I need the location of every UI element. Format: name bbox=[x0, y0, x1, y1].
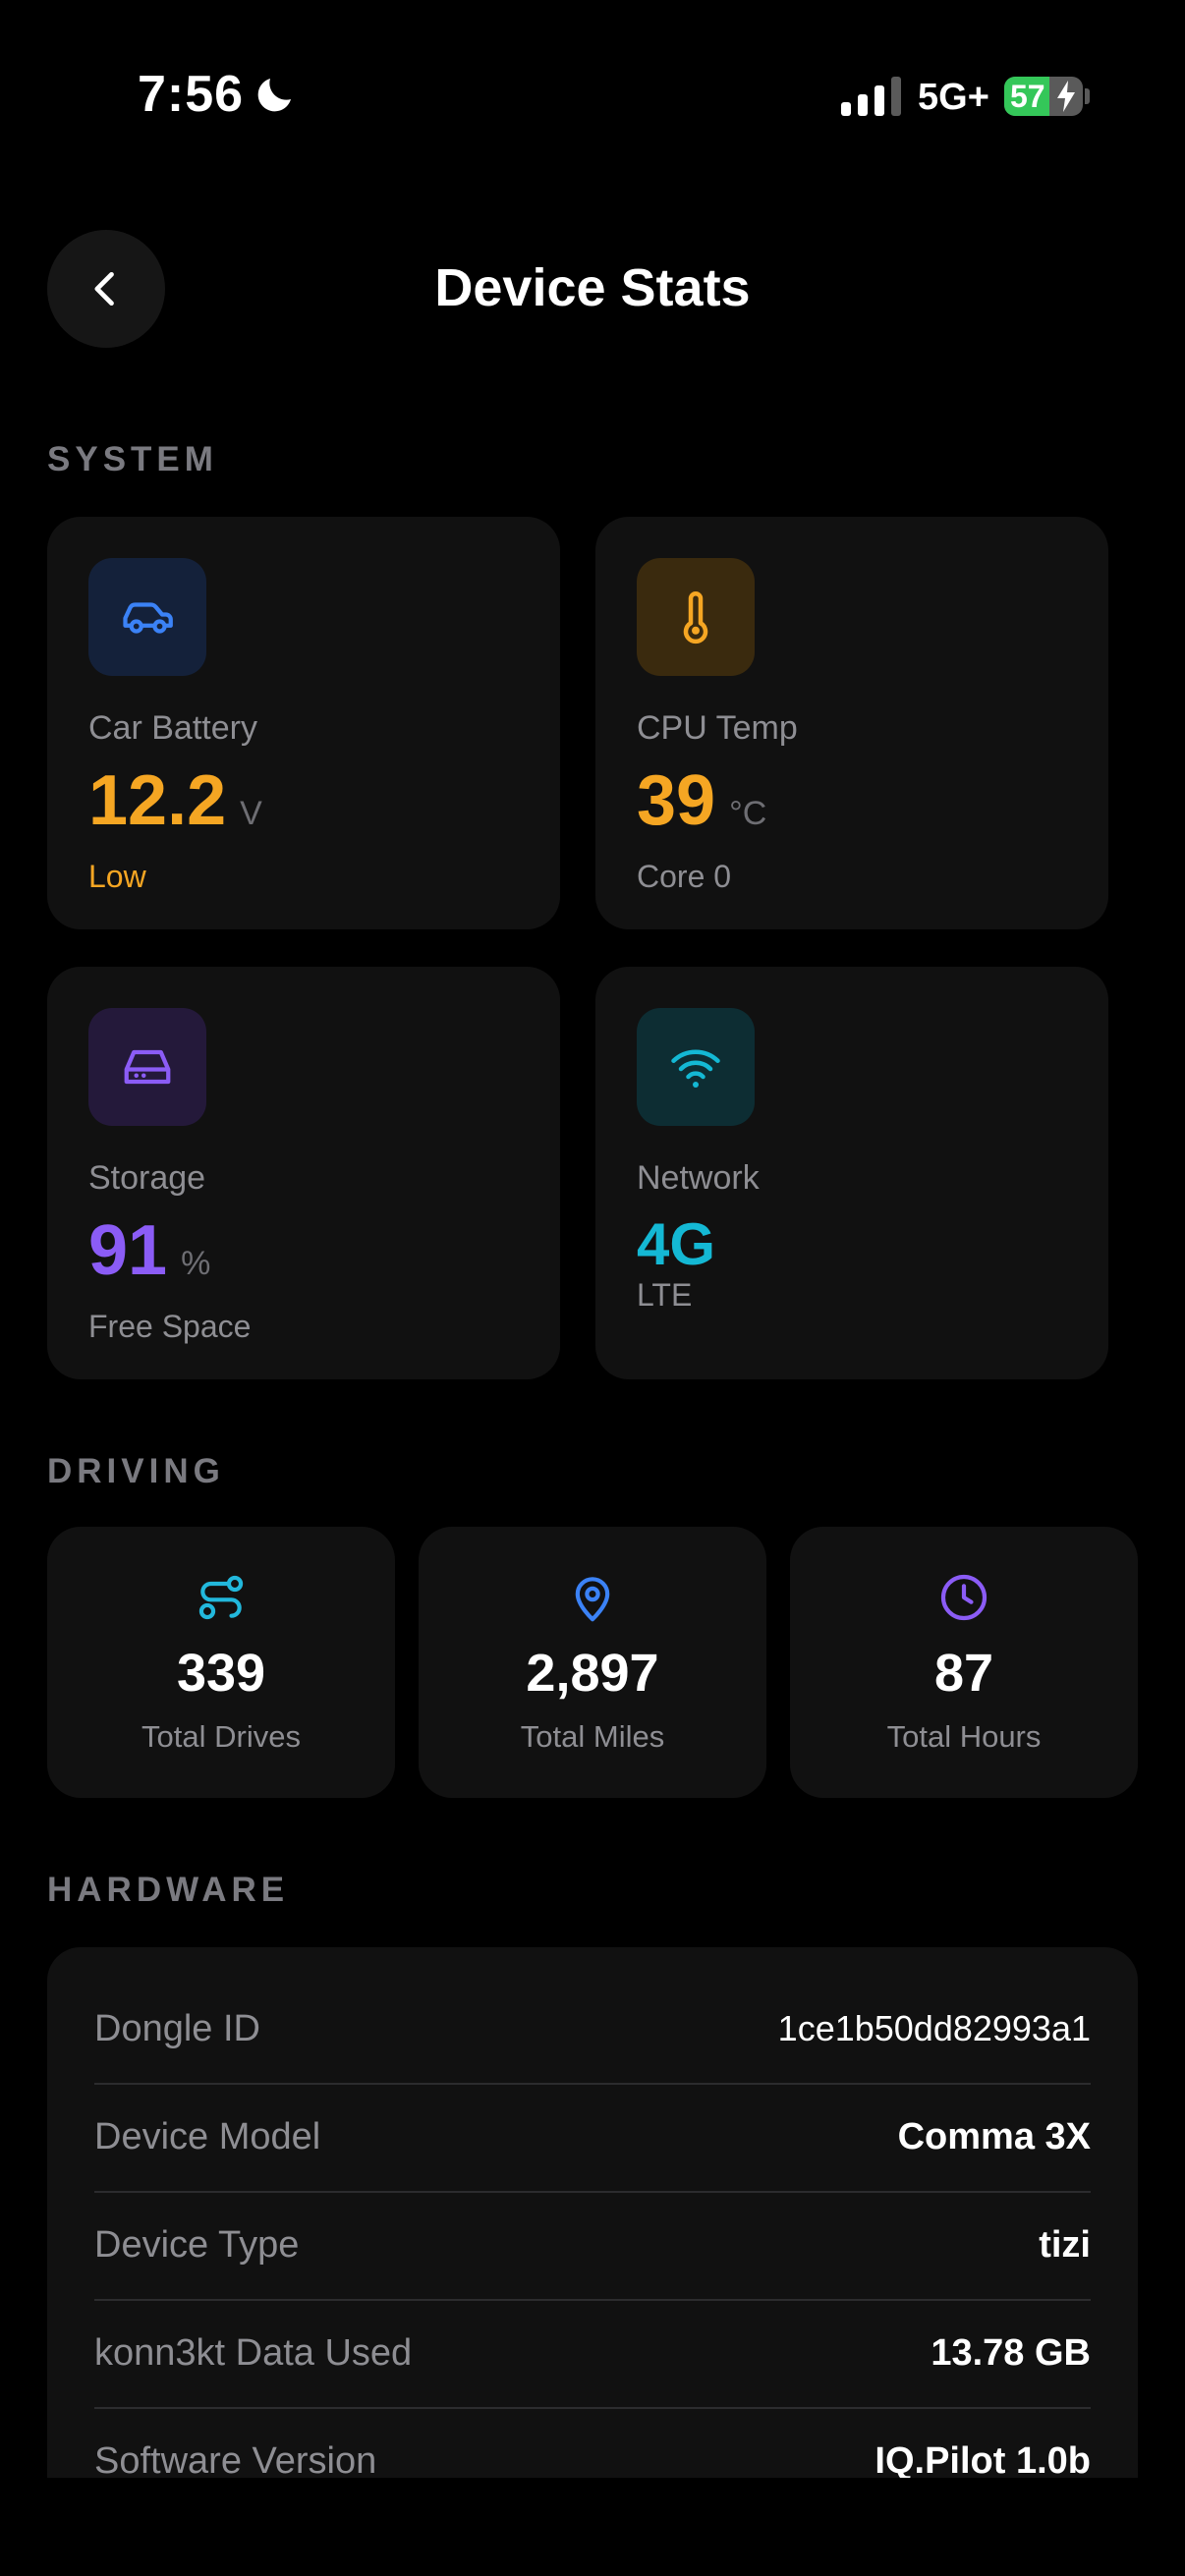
car-battery-status: Low bbox=[88, 859, 146, 894]
status-bar: 7:56 5G+ 57 bbox=[0, 0, 1185, 196]
hardware-key: Device Model bbox=[94, 2116, 321, 2157]
cpu-temp-sub: Core 0 bbox=[637, 859, 732, 894]
hardware-key: Software Version bbox=[94, 2440, 377, 2482]
total-miles-value: 2,897 bbox=[526, 1644, 659, 1703]
map-pin-icon bbox=[575, 1577, 610, 1622]
total-hours-card[interactable]: 87 Total Hours bbox=[790, 1527, 1138, 1798]
hardware-list: Dongle ID 1ce1b50dd82993a1 Device Model … bbox=[47, 1947, 1138, 2497]
hardware-row-dongle-id[interactable]: Dongle ID 1ce1b50dd82993a1 bbox=[94, 1977, 1091, 2085]
signal-icon bbox=[841, 77, 901, 116]
moon-icon bbox=[257, 79, 291, 112]
hardware-value[interactable]: 1ce1b50dd82993a1 bbox=[778, 2008, 1091, 2049]
battery-charging-icon: 57 bbox=[1004, 77, 1083, 116]
hardware-value: Comma 3X bbox=[897, 2116, 1091, 2157]
network-value: 4G bbox=[637, 1211, 716, 1277]
section-label-driving: DRIVING bbox=[47, 1452, 225, 1490]
hard-drive-icon-wrap bbox=[88, 1008, 206, 1126]
thermometer-icon bbox=[683, 591, 708, 644]
total-drives-value: 339 bbox=[176, 1644, 266, 1703]
cpu-temp-card[interactable]: CPU Temp 39 °C Core 0 bbox=[595, 517, 1108, 929]
network-label: Network bbox=[637, 1159, 760, 1197]
battery-nub bbox=[1085, 88, 1090, 104]
route-icon bbox=[198, 1575, 244, 1620]
page-title: Device Stats bbox=[434, 258, 751, 317]
storage-unit: % bbox=[181, 1245, 211, 1282]
car-battery-label: Car Battery bbox=[88, 709, 257, 747]
wifi-icon bbox=[671, 1049, 720, 1088]
hardware-key: Dongle ID bbox=[94, 2008, 260, 2049]
total-drives-label: Total Drives bbox=[141, 1719, 301, 1754]
storage-label: Storage bbox=[88, 1159, 206, 1197]
bolt-icon bbox=[1057, 81, 1075, 112]
car-battery-value-row: 12.2 V bbox=[88, 760, 262, 841]
section-label-hardware: HARDWARE bbox=[47, 1871, 290, 1909]
network-sub: LTE bbox=[637, 1277, 693, 1313]
hardware-key: Device Type bbox=[94, 2224, 300, 2266]
bottom-safe-area bbox=[0, 2478, 1185, 2576]
car-icon-wrap bbox=[88, 558, 206, 676]
network-value-row: 4G bbox=[637, 1210, 715, 1278]
cpu-temp-value: 39 bbox=[637, 761, 716, 840]
car-icon bbox=[123, 602, 173, 634]
cpu-temp-value-row: 39 °C bbox=[637, 760, 766, 841]
car-battery-value: 12.2 bbox=[88, 761, 227, 840]
car-battery-card[interactable]: Car Battery 12.2 V Low bbox=[47, 517, 560, 929]
hardware-value: tizi bbox=[1039, 2224, 1091, 2266]
clock-icon bbox=[940, 1574, 988, 1621]
storage-card[interactable]: Storage 91% Free Space bbox=[47, 967, 560, 1379]
total-hours-label: Total Hours bbox=[886, 1719, 1042, 1754]
storage-value-row: 91% bbox=[88, 1210, 210, 1291]
hard-drive-icon bbox=[124, 1049, 171, 1085]
storage-value: 91 bbox=[88, 1211, 168, 1290]
cpu-temp-label: CPU Temp bbox=[637, 709, 798, 747]
hardware-value: IQ.Pilot 1.0b bbox=[875, 2440, 1091, 2482]
hardware-row-device-model: Device Model Comma 3X bbox=[94, 2085, 1091, 2193]
storage-sub: Free Space bbox=[88, 1309, 252, 1344]
battery-percent: 57 bbox=[1010, 79, 1045, 114]
thermometer-icon-wrap bbox=[637, 558, 755, 676]
hardware-value: 13.78 GB bbox=[931, 2332, 1091, 2374]
total-drives-card[interactable]: 339 Total Drives bbox=[47, 1527, 395, 1798]
hardware-key: konn3kt Data Used bbox=[94, 2332, 413, 2374]
cpu-temp-unit: °C bbox=[729, 795, 767, 832]
total-hours-value: 87 bbox=[933, 1644, 994, 1703]
wifi-icon-wrap bbox=[637, 1008, 755, 1126]
section-label-system: SYSTEM bbox=[47, 440, 218, 478]
total-miles-label: Total Miles bbox=[520, 1719, 665, 1754]
hardware-row-device-type: Device Type tizi bbox=[94, 2193, 1091, 2301]
network-type-label: 5G+ bbox=[918, 77, 989, 118]
status-time: 7:56 bbox=[138, 66, 245, 123]
car-battery-unit: V bbox=[240, 795, 262, 832]
total-miles-card[interactable]: 2,897 Total Miles bbox=[419, 1527, 766, 1798]
hardware-row-data-used: konn3kt Data Used 13.78 GB bbox=[94, 2301, 1091, 2409]
network-card[interactable]: Network 4G LTE bbox=[595, 967, 1108, 1379]
